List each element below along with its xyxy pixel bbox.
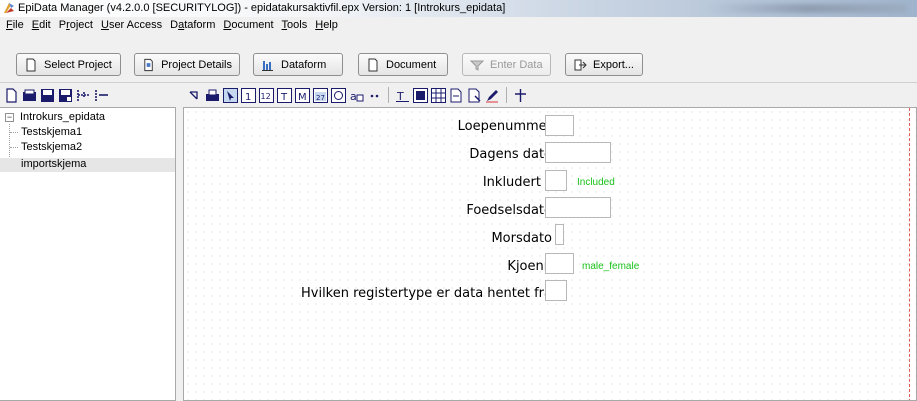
remove-item-icon[interactable] (94, 88, 109, 103)
menu-help[interactable]: Help (315, 19, 338, 31)
import-icon[interactable] (449, 88, 464, 103)
export-icon (574, 59, 587, 70)
tree-guide-h (10, 132, 18, 133)
save-icon[interactable] (40, 88, 55, 103)
project-details-button[interactable]: Project Details (134, 53, 240, 76)
tree-item-importskjema[interactable]: importskjema (21, 158, 86, 170)
select-project-label: Select Project (44, 58, 112, 71)
menu-bar: File Edit Project User Access Dataform D… (0, 17, 917, 33)
field-label-foedselsdato: Foedselsdato (466, 203, 552, 218)
field-input-registertype[interactable] (545, 280, 567, 301)
window-controls-blurred (707, 4, 907, 13)
select-icon[interactable] (223, 87, 238, 103)
separator (506, 87, 507, 103)
time-field-icon[interactable] (331, 87, 346, 103)
tree-toolbar (0, 83, 176, 107)
menu-file[interactable]: File (6, 19, 24, 31)
ellipsis-icon[interactable] (367, 88, 382, 103)
field-input-inkludert[interactable] (545, 170, 567, 191)
new-icon[interactable] (4, 87, 19, 103)
tree-item-testskjema2[interactable]: Testskjema2 (21, 141, 82, 153)
app-icon (4, 3, 14, 13)
right-margin-line (909, 108, 910, 400)
pointer-icon[interactable] (187, 88, 202, 103)
dataform-label: Dataform (281, 58, 327, 71)
project-tree: − Introkurs_epidata Testskjema1 Testskje… (0, 107, 176, 401)
heading-icon[interactable]: T (395, 88, 410, 103)
svg-text:12: 12 (261, 92, 271, 101)
main-toolbar: Select Project Project Details Dataform … (0, 33, 917, 83)
svg-text:M: M (298, 92, 307, 103)
field-input-foedselsdato[interactable] (545, 197, 611, 218)
dataform-canvas[interactable]: Loepenummer Dagens dato Inkludert Includ… (183, 107, 917, 401)
project-details-label: Project Details (161, 58, 232, 71)
auto-field-icon[interactable]: a (349, 88, 364, 103)
field-label-inkludert: Inkludert (482, 175, 541, 190)
field-label-dagens-dato: Dagens dato (469, 147, 552, 162)
window-title: EpiData Manager (v4.2.0.0 [SECURITYLOG])… (18, 2, 506, 14)
section-icon[interactable] (413, 87, 428, 103)
enter-data-label: Enter Data (490, 58, 543, 71)
document-icon (26, 58, 36, 71)
valuelabel-kjoenn: male_female (582, 261, 640, 272)
field-input-loepenummer[interactable] (545, 115, 574, 136)
design-toolbar: 1 12 T M 27 a T (183, 83, 917, 107)
export-icon[interactable] (467, 88, 482, 103)
print-icon[interactable] (205, 88, 220, 103)
field-label-registertype: Hvilken registertype er data hentet fra (300, 286, 552, 301)
collapse-icon[interactable]: − (5, 113, 14, 122)
pencil-icon[interactable] (485, 88, 500, 103)
field-label-loepenummer: Loepenummer (457, 119, 552, 134)
save-as-icon[interactable] (58, 88, 73, 103)
grid-icon[interactable] (431, 87, 446, 103)
menu-document[interactable]: Document (223, 19, 273, 31)
enter-data-button[interactable]: Enter Data (462, 53, 551, 76)
dataform-button[interactable]: Dataform (253, 53, 343, 76)
bars-icon (262, 60, 273, 71)
svg-text:27: 27 (316, 94, 325, 102)
text-field-icon[interactable]: T (277, 87, 292, 103)
field-label-morsdato: Morsdato (491, 231, 552, 246)
menu-user-access[interactable]: User Access (101, 19, 162, 31)
field-input-morsdato[interactable] (555, 224, 564, 245)
document-button[interactable]: Document (358, 53, 448, 76)
tree-root[interactable]: Introkurs_epidata (20, 111, 105, 123)
menu-tools[interactable]: Tools (282, 19, 308, 31)
svg-text:a: a (350, 90, 357, 103)
open-icon[interactable] (22, 88, 37, 103)
integer-field-icon[interactable]: 1 (241, 87, 256, 103)
export-label: Export... (593, 58, 634, 71)
svg-text:1: 1 (245, 92, 251, 103)
field-input-kjoenn[interactable] (545, 253, 574, 274)
separator (388, 87, 389, 103)
funnel-icon (470, 60, 484, 71)
document-label: Document (386, 58, 437, 71)
title-bar: EpiData Manager (v4.2.0.0 [SECURITYLOG])… (0, 0, 917, 17)
menu-dataform[interactable]: Dataform (170, 19, 215, 31)
export-button[interactable]: Export... (565, 53, 643, 76)
valuelabel-inkludert: Included (577, 177, 615, 188)
align-icon[interactable] (513, 88, 528, 103)
select-project-button[interactable]: Select Project (16, 53, 121, 76)
svg-text:T: T (280, 92, 288, 103)
menu-edit[interactable]: Edit (32, 19, 51, 31)
menu-project[interactable]: Project (59, 19, 93, 31)
memo-field-icon[interactable]: M (295, 87, 310, 103)
field-input-dagens-dato[interactable] (545, 142, 611, 163)
project-details-icon (144, 58, 153, 71)
tree-item-testskjema1[interactable]: Testskjema1 (21, 126, 82, 138)
document-icon (368, 58, 378, 71)
date-field-icon[interactable]: 27 (313, 87, 328, 103)
add-item-icon[interactable] (76, 88, 91, 103)
tree-guide-h (10, 147, 18, 148)
float-field-icon[interactable]: 12 (259, 87, 274, 103)
